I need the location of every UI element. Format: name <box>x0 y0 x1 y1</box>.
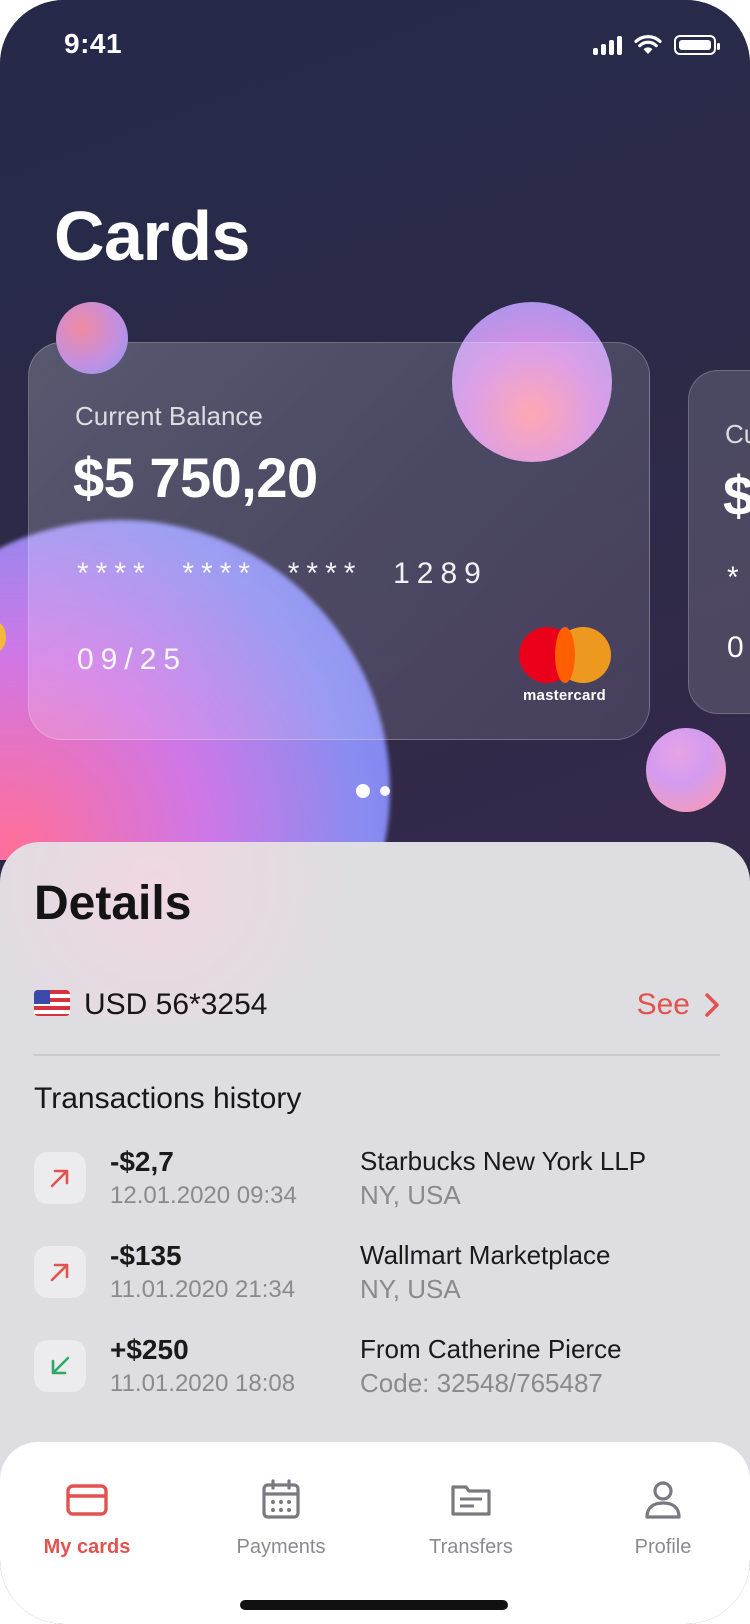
transactions-title: Transactions history <box>34 1082 302 1115</box>
decorative-blob-bottom-right <box>646 728 726 812</box>
document-icon <box>396 1478 546 1522</box>
transaction-date: 11.01.2020 21:34 <box>110 1276 296 1303</box>
transaction-merchant: Starbucks New York LLP <box>360 1146 647 1176</box>
transaction-sender: From Catherine Pierce <box>360 1334 622 1364</box>
us-flag-icon <box>34 990 70 1016</box>
transaction-date: 12.01.2020 09:34 <box>110 1182 297 1209</box>
calendar-icon <box>206 1478 356 1522</box>
card-number: * <box>727 561 739 594</box>
transaction-amount: -$2,7 <box>110 1146 174 1177</box>
pager-dot[interactable] <box>380 786 390 796</box>
transaction-amount: +$250 <box>110 1334 189 1365</box>
card-expiry: 0 <box>727 631 744 664</box>
tab-my-cards[interactable]: My cards <box>12 1478 162 1559</box>
transaction-location: NY, USA <box>360 1274 461 1304</box>
arrow-up-right-icon <box>34 1246 86 1298</box>
transaction-row[interactable]: -$2,7 12.01.2020 09:34 Starbucks New Yor… <box>34 1142 724 1222</box>
decorative-blob-top-left <box>56 302 128 374</box>
credit-card[interactable]: Current Balance $5 750,20 **** **** ****… <box>28 342 650 740</box>
transaction-location: NY, USA <box>360 1180 461 1210</box>
arrow-down-left-icon <box>34 1340 86 1392</box>
details-title: Details <box>34 877 192 930</box>
transaction-row[interactable]: -$135 11.01.2020 21:34 Wallmart Marketpl… <box>34 1236 724 1316</box>
divider <box>34 1054 720 1056</box>
card-brand: mastercard <box>523 687 606 704</box>
transaction-amount: -$135 <box>110 1240 182 1271</box>
tab-profile[interactable]: Profile <box>588 1478 738 1559</box>
tab-label: Payments <box>236 1536 326 1558</box>
transaction-code: Code: 32548/765487 <box>360 1368 603 1398</box>
transaction-merchant: Wallmart Marketplace <box>360 1240 611 1270</box>
card-balance-label: Current Balance <box>75 401 263 431</box>
see-link-label: See <box>636 988 690 1021</box>
tab-label: Transfers <box>429 1536 513 1558</box>
account-label: USD 56*3254 <box>84 988 268 1021</box>
card-number: **** **** **** 1289 <box>77 557 488 590</box>
wifi-icon <box>634 35 662 54</box>
arrow-up-right-icon <box>34 1152 86 1204</box>
credit-card-next[interactable]: Cu $ * 0 <box>688 370 750 714</box>
tab-bar: My cards Payments Transfers Profile <box>0 1442 750 1624</box>
tab-label: Profile <box>634 1536 692 1558</box>
tab-payments[interactable]: Payments <box>206 1478 356 1559</box>
mastercard-logo: mastercard <box>519 627 619 707</box>
card-balance: $5 750,20 <box>73 446 318 509</box>
home-indicator[interactable] <box>240 1600 508 1610</box>
person-icon <box>588 1478 738 1522</box>
tab-label: My cards <box>43 1536 131 1558</box>
card-icon <box>12 1478 162 1522</box>
transaction-date: 11.01.2020 18:08 <box>110 1370 296 1397</box>
cards-hero: 9:41 Cards Current Balance $5 750,20 ***… <box>0 0 750 860</box>
phone-screen: 9:41 Cards Current Balance $5 750,20 ***… <box>0 0 750 1624</box>
pager-dot-active[interactable] <box>356 784 370 798</box>
account-row[interactable]: USD 56*3254 See <box>34 982 720 1034</box>
details-sheet: Details USD 56*3254 See Transactions his… <box>0 842 750 1542</box>
status-time: 9:41 <box>64 28 123 59</box>
card-expiry: 09/25 <box>77 643 188 676</box>
status-icons <box>593 34 720 56</box>
card-balance-label: Cu <box>725 419 750 449</box>
cellular-signal-icon <box>593 35 622 55</box>
see-link[interactable]: See <box>637 988 720 1022</box>
card-balance: $ <box>723 463 750 528</box>
tab-transfers[interactable]: Transfers <box>396 1478 546 1559</box>
battery-icon <box>674 35 720 55</box>
page-title: Cards <box>54 197 250 275</box>
chevron-right-icon <box>705 993 719 1017</box>
card-pager[interactable] <box>356 784 390 798</box>
transaction-row[interactable]: +$250 11.01.2020 18:08 From Catherine Pi… <box>34 1330 724 1410</box>
